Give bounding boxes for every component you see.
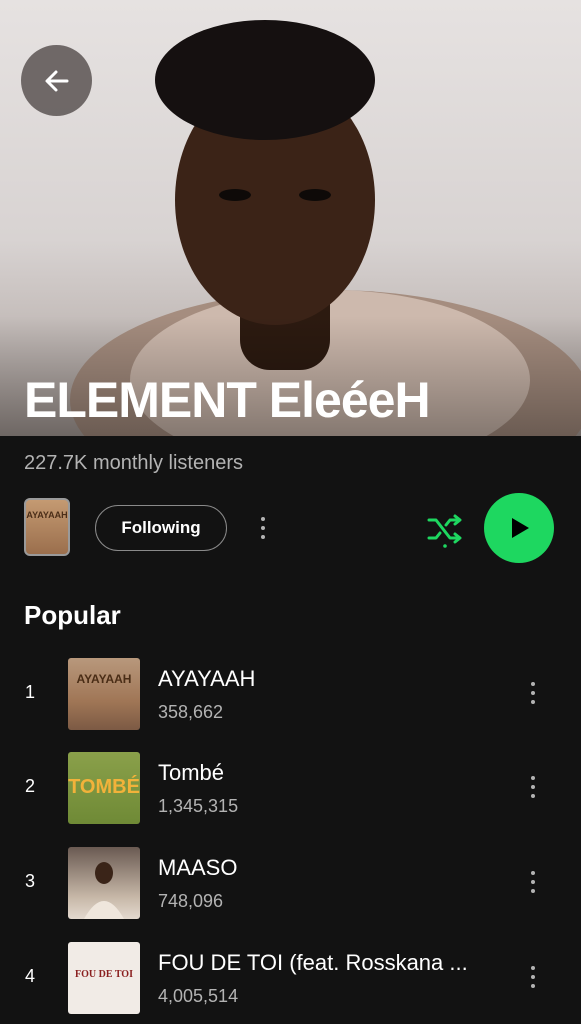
track-artwork xyxy=(68,847,140,919)
track-row[interactable]: 4 FOU DE TOI FOU DE TOI (feat. Rosskana … xyxy=(0,942,581,1014)
track-more-icon[interactable] xyxy=(523,960,543,994)
thumbnail-label: AYAYAAH xyxy=(26,510,68,520)
track-play-count: 1,345,315 xyxy=(158,796,239,816)
track-more-icon[interactable] xyxy=(523,865,543,899)
shuffle-icon[interactable] xyxy=(426,510,464,548)
artist-actions-bar: AYAYAAH Following xyxy=(0,492,581,564)
track-rank: 3 xyxy=(24,871,35,891)
track-rank: 4 xyxy=(24,966,35,986)
artwork-label: TOMBÉ xyxy=(68,776,140,798)
more-options-icon[interactable] xyxy=(253,511,273,545)
popular-heading: Popular xyxy=(24,600,121,630)
track-row[interactable]: 1 AYAYAAH AYAYAAH 358,662 xyxy=(0,658,581,730)
artwork-label: AYAYAAH xyxy=(76,672,132,686)
track-more-icon[interactable] xyxy=(523,770,543,804)
track-rank: 2 xyxy=(24,776,35,796)
artist-name: ELEMENT EleéeH xyxy=(24,372,431,428)
track-more-icon[interactable] xyxy=(523,676,543,710)
track-row[interactable]: 3 MAASO 748,096 xyxy=(0,847,581,919)
play-icon xyxy=(512,518,529,538)
artwork-portrait xyxy=(84,862,124,919)
track-play-count: 748,096 xyxy=(158,891,224,911)
monthly-listeners: 227.7K monthly listeners xyxy=(24,452,244,474)
track-play-count: 4,005,514 xyxy=(158,986,239,1006)
track-artwork: FOU DE TOI xyxy=(68,942,140,1014)
track-title: Tombé xyxy=(158,760,225,785)
track-title: MAASO xyxy=(158,855,238,880)
track-rank: 1 xyxy=(24,682,35,702)
track-artwork: AYAYAAH xyxy=(68,658,140,730)
arrow-left-icon xyxy=(45,70,68,91)
back-button[interactable] xyxy=(21,45,92,116)
track-row[interactable]: 2 TOMBÉ Tombé 1,345,315 xyxy=(0,752,581,824)
track-title: AYAYAAH xyxy=(158,666,256,691)
artist-pick-thumbnail[interactable]: AYAYAAH xyxy=(24,498,70,556)
following-button[interactable]: Following xyxy=(95,505,227,551)
play-button[interactable] xyxy=(484,493,554,563)
track-artwork: TOMBÉ xyxy=(68,752,140,824)
track-play-count: 358,662 xyxy=(158,702,224,722)
artwork-label: FOU DE TOI xyxy=(75,969,133,980)
track-title: FOU DE TOI (feat. Rosskana ... xyxy=(158,950,468,975)
